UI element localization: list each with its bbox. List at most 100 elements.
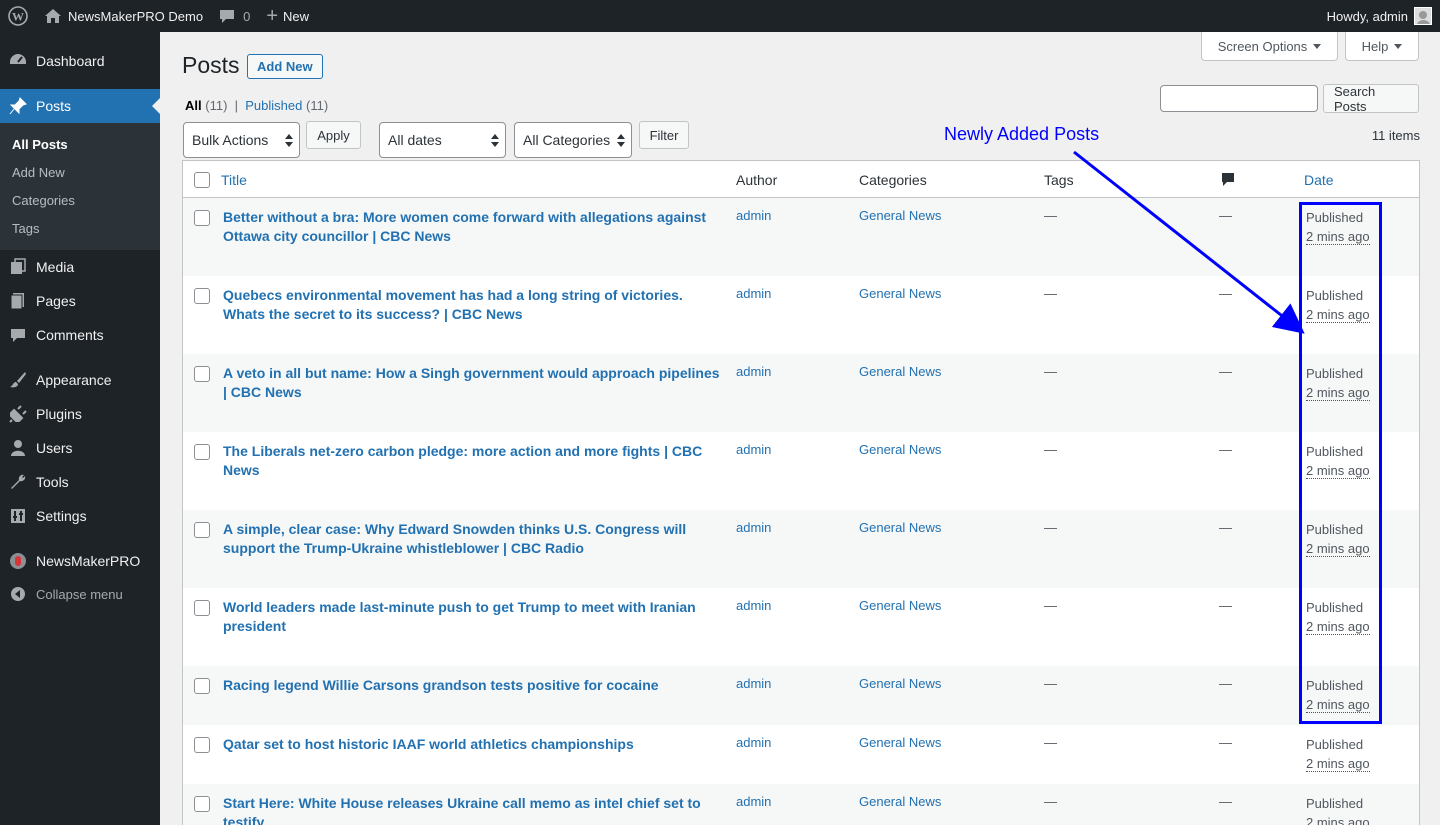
post-author-link[interactable]: admin (736, 208, 771, 223)
comments-column-icon[interactable] (1221, 172, 1235, 188)
media-icon (0, 258, 36, 276)
post-comments: — (1219, 286, 1232, 301)
new-content-link[interactable]: + New (258, 0, 317, 32)
post-author-link[interactable]: admin (736, 794, 771, 809)
post-comments: — (1219, 442, 1232, 457)
post-title-link[interactable]: Start Here: White House releases Ukraine… (223, 794, 723, 825)
post-status: Published (1306, 737, 1364, 752)
row-checkbox[interactable] (194, 210, 210, 226)
post-title-link[interactable]: Better without a bra: More women come fo… (223, 208, 723, 246)
sidebar-item-appearance[interactable]: Appearance (0, 363, 160, 397)
site-name-link[interactable]: NewsMakerPRO Demo (36, 0, 211, 32)
sidebar-item-settings[interactable]: Settings (0, 499, 160, 533)
table-header: Title Author Categories Tags Date (183, 161, 1419, 198)
row-checkbox[interactable] (194, 366, 210, 382)
wordpress-logo-icon[interactable]: W (0, 0, 36, 32)
comments-link[interactable]: 0 (211, 0, 258, 32)
category-filter-value: All Categories (523, 132, 611, 148)
post-category-link[interactable]: General News (859, 735, 941, 750)
post-author-link[interactable]: admin (736, 520, 771, 535)
brush-icon (0, 371, 36, 389)
post-comments: — (1219, 735, 1232, 750)
sidebar-item-dashboard[interactable]: Dashboard (0, 44, 160, 78)
caret-down-icon (1313, 43, 1322, 49)
search-posts-button[interactable]: Search Posts (1323, 84, 1419, 114)
post-title-link[interactable]: Racing legend Willie Carsons grandson te… (223, 676, 723, 695)
post-author-link[interactable]: admin (736, 286, 771, 301)
post-author-link[interactable]: admin (736, 598, 771, 613)
post-author-link[interactable]: admin (736, 364, 771, 379)
post-category-link[interactable]: General News (859, 286, 941, 301)
submenu-add-new[interactable]: Add New (12, 165, 65, 180)
submenu-categories[interactable]: Categories (12, 193, 75, 208)
row-checkbox[interactable] (194, 288, 210, 304)
bulk-actions-value: Bulk Actions (192, 132, 269, 148)
sidebar-item-users[interactable]: Users (0, 431, 160, 465)
filter-button[interactable]: Filter (639, 121, 689, 149)
post-author-link[interactable]: admin (736, 735, 771, 750)
post-author-link[interactable]: admin (736, 676, 771, 691)
page-title: Posts (182, 52, 240, 78)
post-category-link[interactable]: General News (859, 676, 941, 691)
row-checkbox[interactable] (194, 737, 210, 753)
filter-published[interactable]: Published (245, 98, 302, 113)
post-tags: — (1044, 676, 1057, 691)
post-title-link[interactable]: Quebecs environmental movement has had a… (223, 286, 723, 324)
row-checkbox[interactable] (194, 522, 210, 538)
post-category-link[interactable]: General News (859, 520, 941, 535)
post-title-link[interactable]: Qatar set to host historic IAAF world at… (223, 735, 723, 754)
table-row: Better without a bra: More women come fo… (183, 198, 1419, 276)
post-title-link[interactable]: A simple, clear case: Why Edward Snowden… (223, 520, 723, 558)
post-comments: — (1219, 794, 1232, 809)
sidebar-item-comments[interactable]: Comments (0, 318, 160, 352)
screen-options-button[interactable]: Screen Options (1201, 32, 1338, 61)
row-checkbox[interactable] (194, 444, 210, 460)
post-category-link[interactable]: General News (859, 208, 941, 223)
column-date[interactable]: Date (1304, 172, 1334, 188)
sidebar-item-label: Users (36, 440, 73, 456)
table-row: The Liberals net-zero carbon pledge: mor… (183, 432, 1419, 510)
add-new-button[interactable]: Add New (247, 54, 323, 79)
post-category-link[interactable]: General News (859, 364, 941, 379)
category-filter-select[interactable]: All Categories (514, 122, 632, 158)
submenu-tags[interactable]: Tags (12, 221, 39, 236)
post-category-link[interactable]: General News (859, 598, 941, 613)
apply-button[interactable]: Apply (306, 121, 361, 149)
post-category-link[interactable]: General News (859, 442, 941, 457)
wrench-icon (0, 473, 36, 491)
collapse-icon (0, 586, 36, 602)
sidebar-item-posts[interactable]: Posts (0, 89, 160, 123)
sidebar-item-plugins[interactable]: Plugins (0, 397, 160, 431)
my-account[interactable]: Howdy, admin (1319, 0, 1440, 32)
admin-sidebar: Dashboard Posts All Posts Add New Catego… (0, 32, 160, 825)
date-filter-select[interactable]: All dates (379, 122, 506, 158)
row-checkbox[interactable] (194, 600, 210, 616)
post-author-link[interactable]: admin (736, 442, 771, 457)
post-title-link[interactable]: A veto in all but name: How a Singh gove… (223, 364, 723, 402)
bulk-actions-select[interactable]: Bulk Actions (183, 122, 300, 158)
search-input[interactable] (1160, 85, 1318, 112)
collapse-menu-button[interactable]: Collapse menu (0, 577, 160, 611)
table-row: A veto in all but name: How a Singh gove… (183, 354, 1419, 432)
post-category-link[interactable]: General News (859, 794, 941, 809)
post-title-link[interactable]: The Liberals net-zero carbon pledge: mor… (223, 442, 723, 480)
column-title[interactable]: Title (221, 172, 247, 188)
submenu-all-posts[interactable]: All Posts (12, 137, 68, 152)
sidebar-item-tools[interactable]: Tools (0, 465, 160, 499)
help-label: Help (1361, 38, 1389, 54)
sidebar-item-newsmakerpro[interactable]: NewsMakerPRO (0, 544, 160, 578)
row-checkbox[interactable] (194, 678, 210, 694)
pin-icon (0, 97, 36, 115)
row-checkbox[interactable] (194, 796, 210, 812)
sidebar-item-label: Comments (36, 327, 104, 343)
comments-count: 0 (243, 8, 251, 24)
select-all-checkbox[interactable] (194, 172, 210, 188)
help-button[interactable]: Help (1345, 32, 1419, 61)
table-row: Qatar set to host historic IAAF world at… (183, 725, 1419, 784)
post-title-link[interactable]: World leaders made last-minute push to g… (223, 598, 723, 636)
sidebar-item-media[interactable]: Media (0, 250, 160, 284)
sidebar-item-pages[interactable]: Pages (0, 284, 160, 318)
posts-submenu: All Posts Add New Categories Tags (0, 123, 160, 250)
filter-all[interactable]: All (185, 98, 202, 113)
sidebar-item-label: Settings (36, 508, 87, 524)
